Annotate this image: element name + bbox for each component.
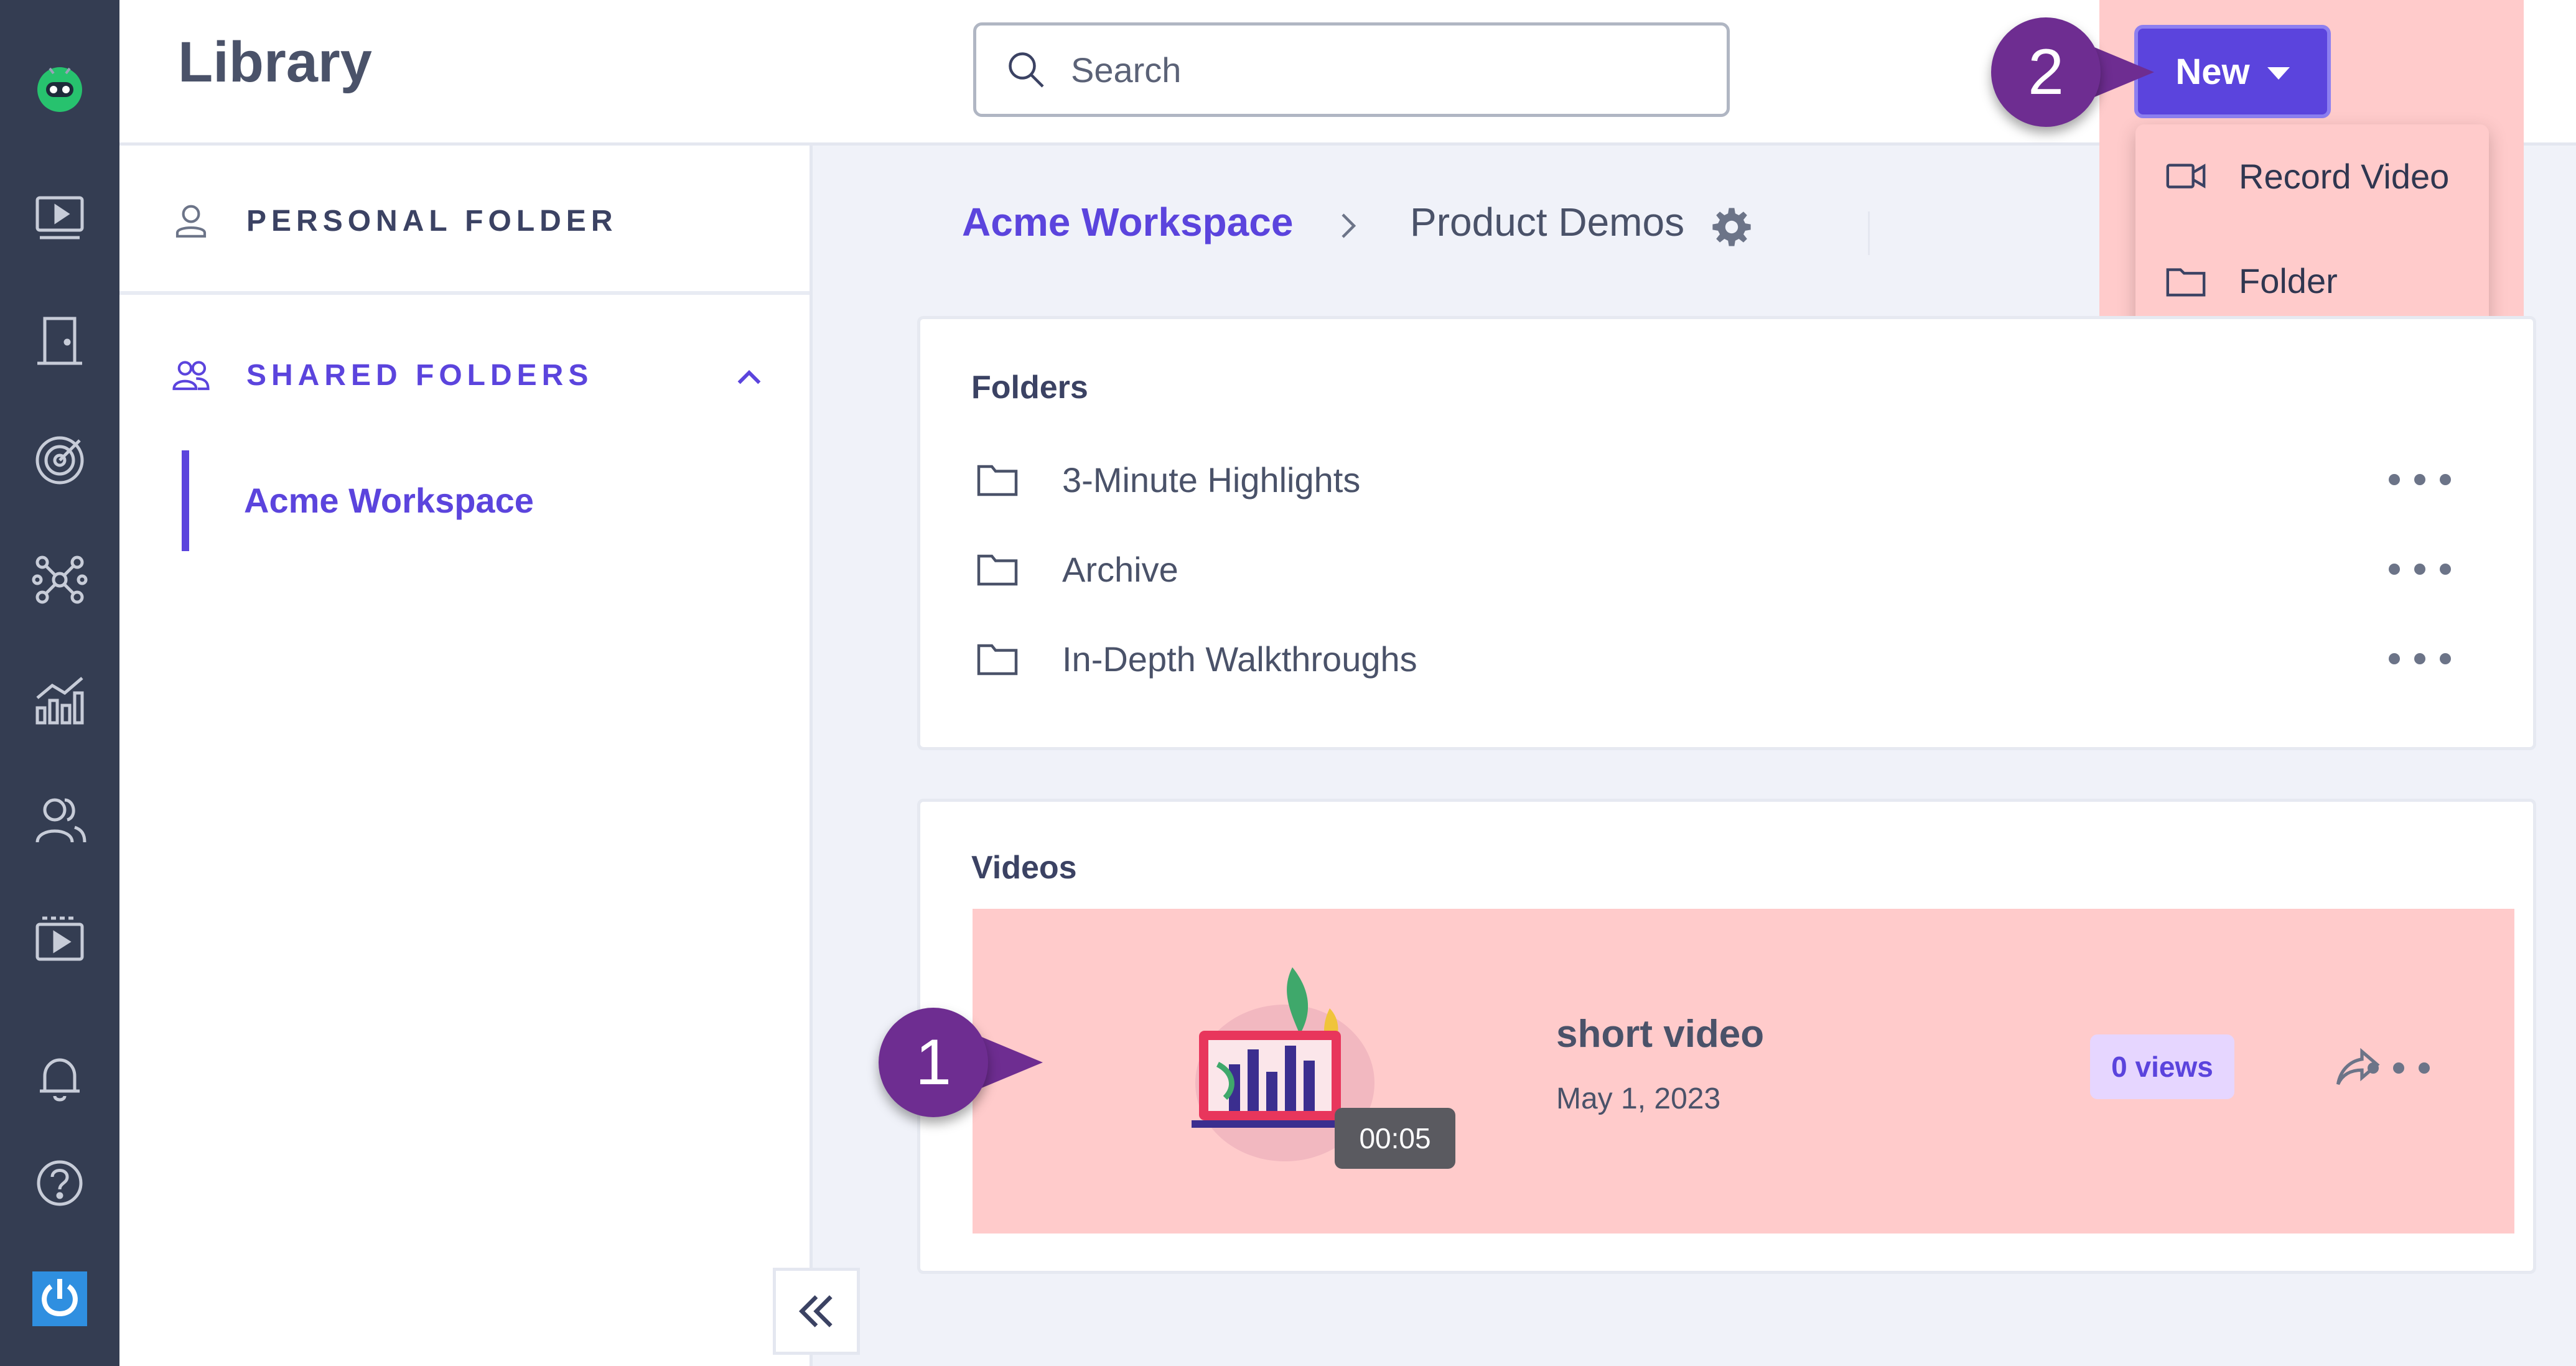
new-button-label: New (2175, 51, 2250, 92)
folder-icon (977, 465, 1018, 496)
target-icon[interactable] (26, 427, 93, 494)
folders-card: Folders 3-Minute Highlights Archive In-D… (917, 316, 2536, 750)
shared-folders-label: SHARED FOLDERS (246, 358, 594, 392)
active-indicator (182, 450, 189, 551)
logo-icon[interactable] (26, 52, 93, 119)
video-title[interactable]: short video (1556, 1012, 1764, 1056)
caret-down-icon (2267, 67, 2290, 80)
help-icon[interactable] (26, 1150, 93, 1217)
users-icon (172, 361, 210, 391)
menu-item-record-video[interactable]: Record Video (2135, 129, 2489, 223)
breadcrumb-current: Product Demos (1410, 200, 1685, 244)
search-box[interactable] (973, 22, 1730, 117)
more-options-icon[interactable] (2389, 467, 2451, 492)
videos-heading: Videos (971, 850, 1077, 886)
step-badge-1: 1 (879, 1008, 1065, 1117)
folder-name: 3-Minute Highlights (1062, 460, 1361, 499)
double-chevron-left-icon (798, 1295, 833, 1327)
bell-icon[interactable] (26, 1045, 93, 1112)
sidebar-item-acme-workspace[interactable]: Acme Workspace (244, 480, 534, 521)
folder-row[interactable]: Archive (975, 532, 2481, 606)
videos-card: Videos 00:05 short video May 1, 2023 0 v… (917, 799, 2536, 1274)
search-input[interactable] (1071, 49, 1631, 90)
video-camera-icon (2166, 164, 2206, 188)
views-badge[interactable]: 0 views (2090, 1034, 2234, 1099)
folders-heading: Folders (971, 369, 1088, 406)
folder-name: In-Depth Walkthroughs (1062, 639, 1417, 679)
users-icon[interactable] (26, 786, 93, 853)
more-options-icon[interactable] (2368, 1056, 2430, 1080)
more-options-icon[interactable] (2389, 646, 2451, 671)
app-rail (0, 0, 119, 1366)
step-badge-2: 2 (1991, 17, 2178, 127)
folder-icon (977, 554, 1018, 586)
analytics-icon[interactable] (26, 667, 93, 734)
personal-folder-label: PERSONAL FOLDER (246, 204, 618, 238)
folder-row[interactable]: 3-Minute Highlights (975, 442, 2481, 517)
user-icon (175, 205, 207, 238)
personal-folder-item[interactable]: PERSONAL FOLDER (170, 200, 617, 241)
menu-item-folder[interactable]: Folder (2135, 234, 2489, 327)
menu-item-label: Record Video (2239, 156, 2450, 196)
personal-folder-section: PERSONAL FOLDER (119, 146, 810, 295)
door-icon[interactable] (26, 307, 93, 374)
duration-badge: 00:05 (1335, 1108, 1455, 1169)
folder-panel: PERSONAL FOLDER SHARED FOLDERS Acme Work… (119, 146, 813, 1366)
screen-play-icon[interactable] (26, 184, 93, 251)
video-library-icon[interactable] (26, 906, 93, 973)
folder-icon (977, 644, 1018, 676)
shared-folders-header[interactable]: SHARED FOLDERS (170, 355, 593, 396)
collapse-panel-button[interactable] (773, 1268, 860, 1355)
search-icon (1009, 52, 1044, 88)
gear-icon[interactable] (1710, 205, 1753, 249)
chevron-up-icon[interactable] (732, 360, 767, 394)
more-options-icon[interactable] (2389, 557, 2451, 582)
breadcrumb-workspace[interactable]: Acme Workspace (962, 199, 1293, 245)
network-icon[interactable] (26, 546, 93, 613)
power-icon[interactable] (26, 1265, 93, 1332)
chevron-right-icon (1342, 213, 1356, 238)
page-title: Library (178, 30, 372, 94)
menu-item-label: Folder (2239, 261, 2338, 300)
video-date: May 1, 2023 (1556, 1082, 1721, 1115)
folder-name: Archive (1062, 549, 1178, 589)
divider (1868, 211, 1870, 255)
folder-icon (2166, 268, 2206, 297)
folder-row[interactable]: In-Depth Walkthroughs (975, 621, 2481, 696)
video-row[interactable]: 00:05 short video May 1, 2023 0 views (973, 909, 2514, 1234)
